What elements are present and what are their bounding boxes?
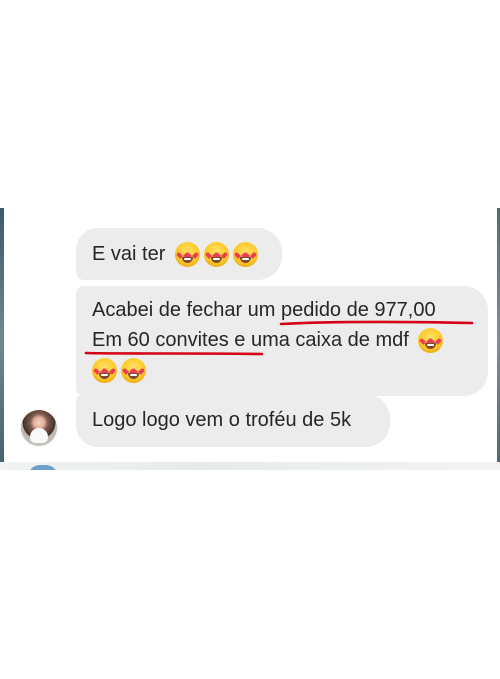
message-bubble-3[interactable]: Logo logo vem o troféu de 5k bbox=[76, 394, 390, 447]
chat-screenshot: E vai ter Acabei de fechar um pedido de … bbox=[0, 208, 500, 470]
avatar[interactable] bbox=[21, 410, 57, 446]
message-line-3 bbox=[92, 355, 472, 385]
heart-eyes-emoji bbox=[174, 242, 200, 268]
heart-eyes-emoji bbox=[121, 358, 146, 384]
message-text-1: E vai ter bbox=[92, 243, 166, 265]
highlighted-order-text: pedido de 977,00 bbox=[279, 295, 474, 326]
heart-eyes-emoji bbox=[232, 242, 258, 268]
message-text-3: Logo logo vem o troféu de 5k bbox=[92, 409, 352, 431]
emoji-row-2a bbox=[418, 328, 444, 354]
message-bubble-2[interactable]: Acabei de fechar um pedido de 977,00 Em … bbox=[76, 286, 488, 396]
emoji-row-2b bbox=[92, 358, 146, 384]
left-edge bbox=[0, 208, 4, 470]
bottom-strip bbox=[0, 462, 500, 470]
heart-eyes-emoji bbox=[203, 242, 229, 268]
message-bubble-1[interactable]: E vai ter bbox=[76, 228, 282, 280]
message-text-2a: Acabei de fechar um bbox=[92, 299, 281, 321]
highlighted-invites-text: Em 60 convites bbox=[84, 325, 264, 356]
message-line-1: Acabei de fechar um pedido de 977,00 bbox=[92, 295, 474, 326]
heart-eyes-emoji bbox=[418, 328, 444, 354]
heart-eyes-emoji bbox=[92, 358, 117, 384]
message-line-2: Em 60 convites e uma caixa de mdf bbox=[84, 325, 472, 356]
emoji-row-1 bbox=[174, 242, 258, 268]
